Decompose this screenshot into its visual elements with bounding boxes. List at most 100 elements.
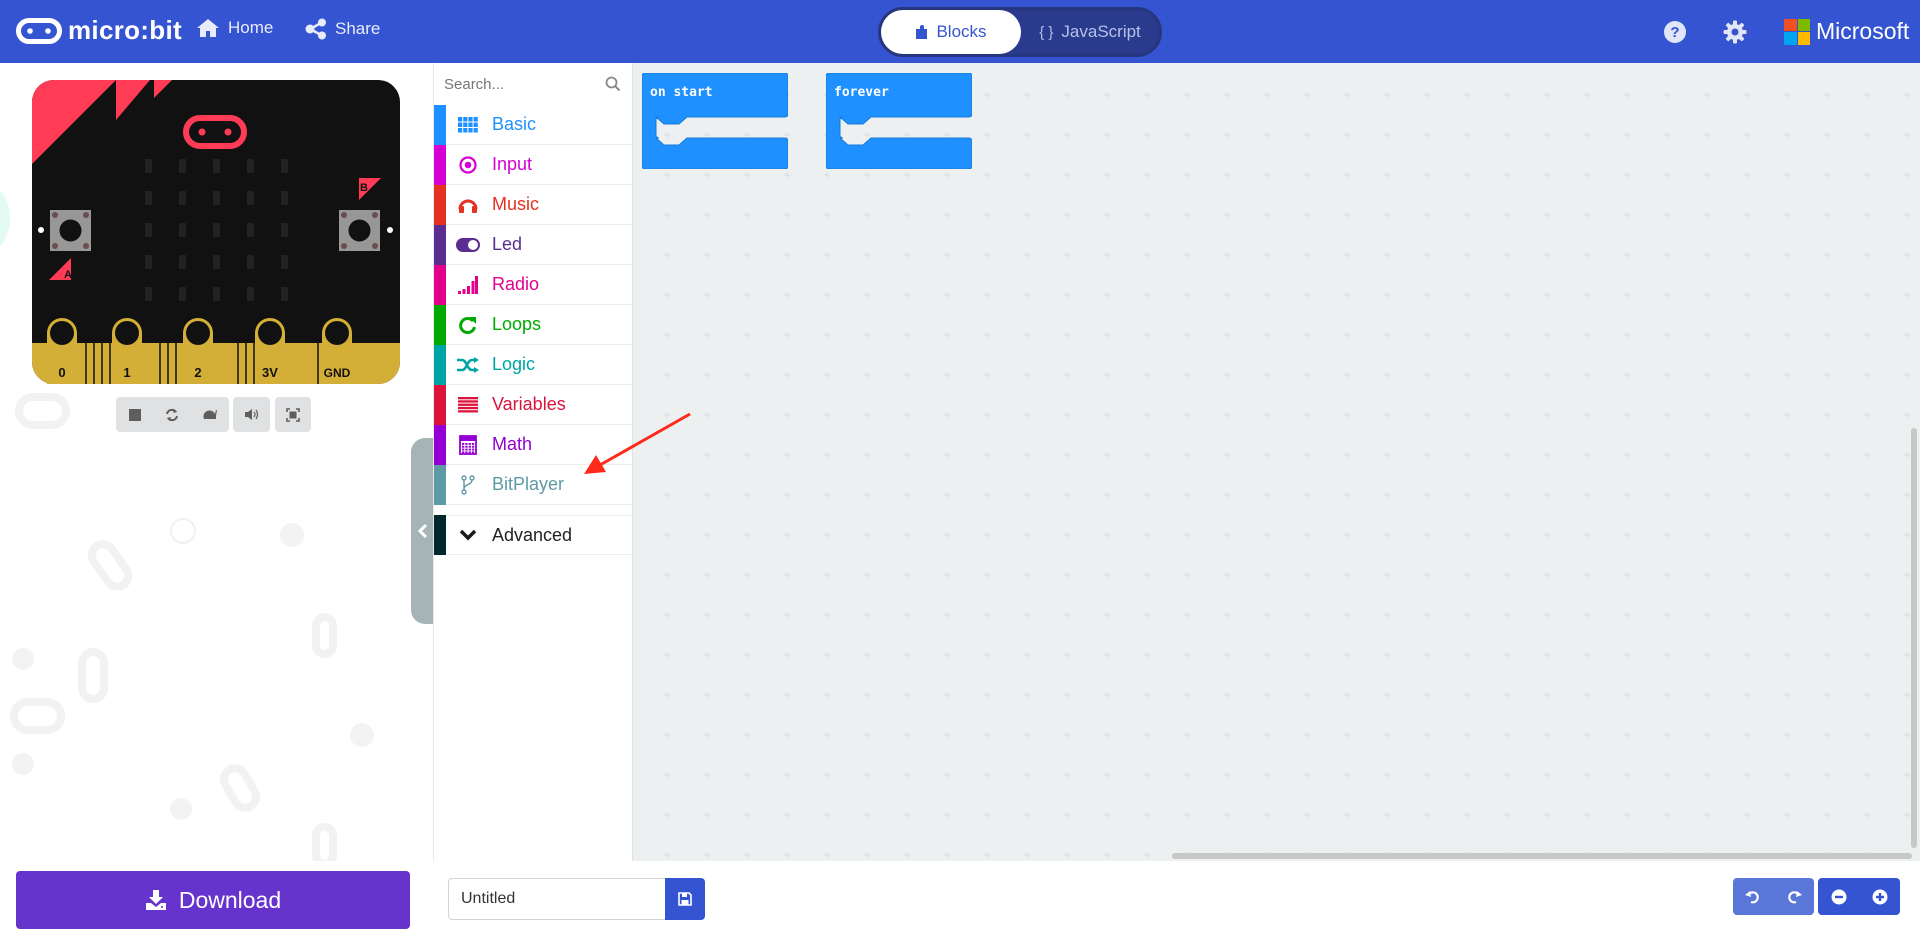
block-on-start[interactable]: on start — [641, 72, 789, 174]
toolbox-category-led[interactable]: Led — [434, 224, 633, 265]
save-button[interactable] — [665, 878, 705, 920]
slow-motion-button[interactable] — [199, 404, 221, 426]
editor-toggle: Blocks { } JavaScript — [878, 7, 1162, 57]
home-button[interactable]: Home — [196, 18, 273, 38]
blocks-label: Blocks — [936, 22, 987, 41]
chevron-down-icon — [456, 523, 480, 547]
led — [179, 223, 186, 237]
toolbox-category-bitplayer[interactable]: BitPlayer — [434, 464, 633, 505]
led — [213, 191, 220, 205]
fullscreen-button[interactable] — [275, 397, 311, 432]
category-label: Variables — [492, 394, 566, 414]
microsoft-logo[interactable]: Microsoft — [1784, 18, 1909, 45]
toolbox-category-advanced[interactable]: Advanced — [434, 515, 633, 555]
led — [179, 159, 186, 173]
toolbox-category-variables[interactable]: Variables — [434, 384, 633, 425]
category-label: Loops — [492, 314, 542, 334]
radio-button-icon — [456, 153, 480, 177]
download-button[interactable]: Download — [16, 871, 410, 929]
toolbox-search-input[interactable] — [444, 71, 594, 97]
toolbox-category-input[interactable]: Input — [434, 144, 633, 185]
toolbox-category-logic[interactable]: Logic — [434, 344, 633, 385]
pin-gnd[interactable]: GND — [322, 318, 352, 384]
zoom-in-button[interactable] — [1869, 886, 1891, 908]
category-color-strip — [434, 144, 446, 185]
collapse-simulator-button[interactable] — [411, 438, 433, 624]
led — [213, 287, 220, 301]
category-color-strip — [434, 184, 446, 225]
led — [145, 223, 152, 237]
led — [179, 287, 186, 301]
button-a-label: A — [64, 269, 72, 281]
toolbox-category-basic[interactable]: Basic — [434, 104, 633, 145]
led — [247, 159, 254, 173]
category-label: BitPlayer — [492, 474, 565, 494]
category-color-strip — [434, 104, 446, 145]
share-button[interactable]: Share — [305, 18, 380, 40]
zoom-controls — [1818, 878, 1900, 915]
blocks-workspace[interactable]: on start forever — [633, 63, 1920, 861]
pin-0[interactable]: 0 — [47, 318, 77, 384]
toolbox-category-music[interactable]: Music — [434, 184, 633, 225]
category-color-strip — [434, 384, 446, 425]
toolbox-category-math[interactable]: Math — [434, 424, 633, 465]
javascript-tab[interactable]: { } JavaScript — [1021, 10, 1159, 54]
led — [281, 223, 288, 237]
mute-button[interactable] — [233, 397, 270, 432]
led — [179, 255, 186, 269]
pin-2[interactable]: 2 — [183, 318, 213, 384]
fullscreen-icon — [286, 407, 300, 422]
gear-icon — [1723, 20, 1747, 44]
toolbox-category-radio[interactable]: Radio — [434, 264, 633, 305]
help-button[interactable]: ? — [1663, 20, 1687, 44]
category-label: Advanced — [492, 524, 573, 545]
home-label: Home — [228, 18, 274, 37]
settings-button[interactable] — [1723, 20, 1747, 44]
grid-icon — [456, 113, 480, 137]
button-b[interactable] — [339, 210, 380, 251]
pin-3v[interactable]: 3V — [255, 318, 285, 384]
project-name-input[interactable] — [448, 878, 665, 920]
download-icon — [145, 890, 166, 910]
led — [145, 191, 152, 205]
button-b-label: B — [360, 182, 368, 194]
toolbox-category-loops[interactable]: Loops — [434, 304, 633, 345]
undo-icon — [1745, 890, 1760, 903]
toolbox-search — [434, 63, 633, 105]
led — [281, 287, 288, 301]
pin-1[interactable]: 1 — [112, 318, 142, 384]
category-color-strip — [434, 224, 446, 265]
undo-button[interactable] — [1742, 886, 1764, 908]
restart-button[interactable] — [161, 404, 183, 426]
block-forever[interactable]: forever — [825, 72, 973, 174]
category-color-strip — [434, 424, 446, 465]
led — [247, 287, 254, 301]
refresh-icon — [456, 313, 480, 337]
microbit-board[interactable]: A B 0 1 2 3V GND — [32, 80, 400, 384]
help-icon: ? — [1664, 21, 1686, 43]
toolbox: Basic Input Music Led Radio Loops Logic … — [433, 63, 633, 861]
redo-icon — [1787, 890, 1802, 903]
signal-icon — [456, 273, 480, 297]
blocks-tab[interactable]: Blocks — [881, 10, 1021, 54]
puzzle-icon — [916, 24, 928, 39]
pin-label: 2 — [194, 365, 201, 380]
microbit-logo[interactable]: micro:bit — [16, 15, 182, 46]
share-icon — [305, 18, 326, 40]
button-a[interactable] — [50, 210, 91, 251]
search-icon[interactable] — [605, 76, 621, 92]
zoom-in-icon — [1872, 889, 1887, 904]
zoom-out-button[interactable] — [1828, 886, 1850, 908]
stop-button[interactable] — [124, 404, 146, 426]
microsoft-squares-icon — [1784, 18, 1810, 45]
zoom-out-icon — [1831, 889, 1846, 904]
redo-button[interactable] — [1783, 886, 1805, 908]
led — [281, 191, 288, 205]
category-color-strip — [434, 344, 446, 385]
vertical-scrollbar[interactable] — [1911, 428, 1917, 848]
horizontal-scrollbar[interactable] — [1172, 853, 1912, 859]
braces-icon: { } — [1039, 23, 1054, 41]
list-icon — [456, 393, 480, 417]
category-color-strip — [434, 264, 446, 305]
category-label: Logic — [492, 354, 536, 374]
